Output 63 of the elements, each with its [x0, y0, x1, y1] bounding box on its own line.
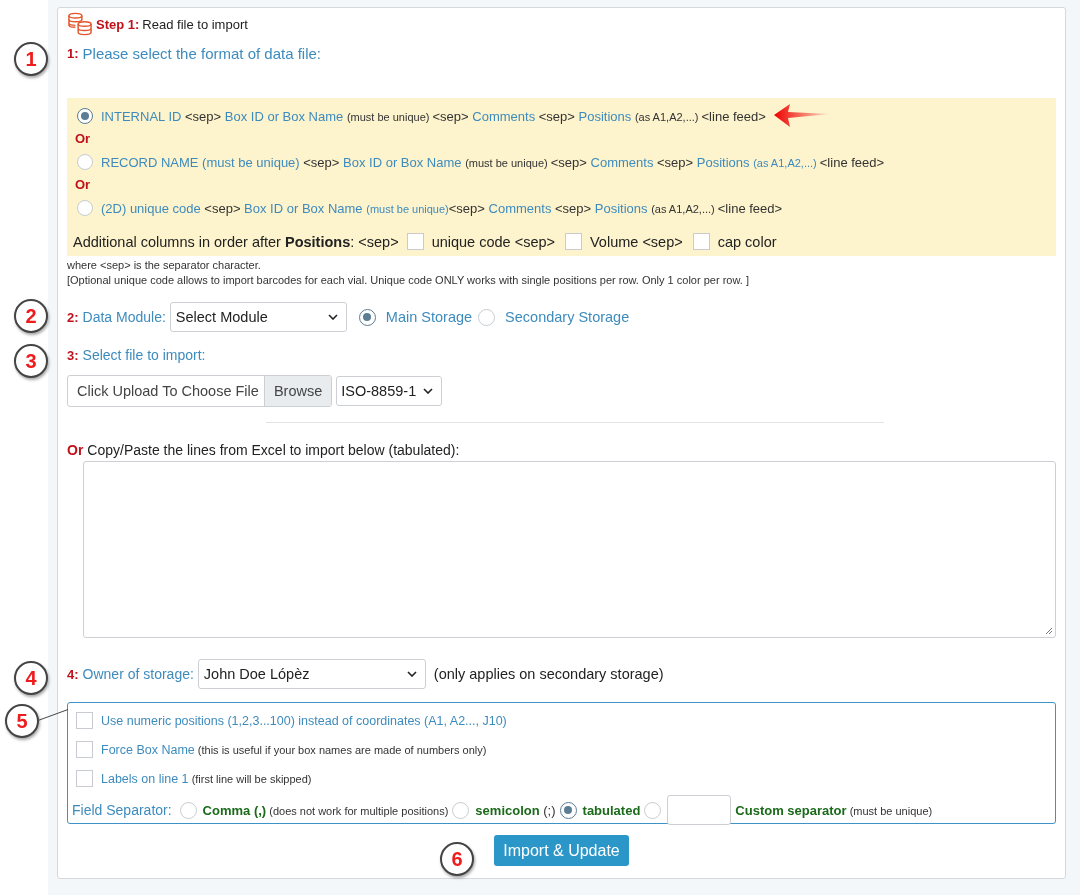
dropdown[interactable]: Select Module: [169, 302, 347, 332]
radio-label: tabulated: [582, 802, 641, 818]
radio-label: Main Storage: [385, 309, 473, 325]
dropdown[interactable]: ISO-8859-1: [336, 376, 443, 406]
format-option-label: RECORD NAME (must be unique) <sep> Box ID or Box Name (must be unique) <sep> Comments <sep> Positions (as A1,A2,...) <line feed>: [101, 154, 885, 170]
radio-button[interactable]: [644, 801, 662, 819]
checkbox[interactable]: [692, 233, 710, 250]
radio-button[interactable]: [77, 154, 93, 170]
step-subtitle: Read file to import: [142, 16, 248, 32]
format-option-label: (2D) unique code <sep> Box ID or Box Name (must be unique)<sep> Comments <sep> Positions (as A1,A2,...) <line feed>: [101, 200, 783, 216]
help-text: where <sep> is the separator character.: [67, 259, 262, 271]
additional-columns-label: Additional columns in order after Positions: <sep>: [73, 233, 399, 250]
custom-separator-field[interactable]: [667, 795, 732, 825]
radio-button[interactable]: [179, 801, 197, 819]
field-label: Field Separator:: [72, 802, 172, 818]
help-text: [Optional unique code allows to import barcodes for each vial. Unique code ONLY works with single positions per row. Only 1 color per row. ]: [67, 274, 750, 286]
paste-label: Copy/Paste the lines from Excel to import below (tabulated):: [87, 442, 460, 458]
or-label: Or: [75, 130, 92, 148]
checkbox-label: Labels on line 1 (first line will be skipped): [101, 771, 312, 786]
radio-label: semicolon (;): [475, 802, 556, 818]
radio-button[interactable]: [77, 200, 93, 216]
radio-label: Secondary Storage: [505, 309, 630, 325]
step-title: Step 1:: [96, 16, 140, 32]
radio-button[interactable]: [452, 801, 470, 819]
resize-handle-icon[interactable]: [1045, 627, 1053, 635]
radio-label: Custom separator (must be unique): [735, 802, 933, 818]
or-label: Or: [75, 176, 92, 194]
checkbox-label: Force Box Name (this is useful if your box names are made of numbers only): [101, 742, 487, 757]
radio-button[interactable]: [559, 801, 577, 819]
checkbox[interactable]: [406, 233, 424, 250]
field-label: Data Module:: [82, 309, 166, 325]
caret-icon: [406, 671, 417, 677]
step-number: 1:: [67, 45, 79, 61]
step-callout: 4: [14, 661, 48, 695]
radio-button[interactable]: [358, 308, 376, 326]
checkbox-label: cap color: [717, 233, 777, 250]
step-number: 2:: [67, 309, 79, 325]
or-label: Or: [67, 442, 84, 458]
checkbox-label: Volume <sep>: [590, 233, 683, 250]
checkbox[interactable]: [76, 741, 93, 758]
field-label: Owner of storage:: [82, 666, 194, 682]
checkbox-label: Use numeric positions (1,2,3...100) instead of coordinates (A1, A2..., J10): [101, 713, 507, 728]
step-number: 4:: [67, 666, 79, 682]
radio-button[interactable]: [478, 308, 496, 326]
checkbox-label: unique code <sep>: [431, 233, 555, 250]
checkbox[interactable]: [76, 712, 93, 729]
step-callout: 1: [14, 42, 48, 76]
checkbox[interactable]: [565, 233, 582, 250]
dropdown[interactable]: John Doe Lópèz: [197, 659, 426, 689]
help-text: (only applies on secondary storage): [433, 666, 664, 682]
caret-icon: [327, 314, 338, 320]
radio-button[interactable]: [77, 108, 93, 124]
step-callout: 2: [14, 299, 48, 333]
field-label: Select file to import:: [82, 347, 206, 363]
checkbox[interactable]: [76, 770, 93, 787]
format-heading: Please select the format of data file:: [82, 44, 322, 62]
step-number: 3:: [67, 347, 79, 363]
radio-label: Comma (,) (does not work for multiple positions): [202, 802, 449, 818]
step-callout: 5: [5, 704, 39, 738]
step-callout: 3: [14, 344, 48, 378]
caret-icon: [423, 388, 434, 394]
database-icon: [67, 12, 93, 36]
format-option-label: INTERNAL ID <sep> Box ID or Box Name (must be unique) <sep> Comments <sep> Positions (as A1,A2,...) <line feed>: [101, 108, 766, 124]
